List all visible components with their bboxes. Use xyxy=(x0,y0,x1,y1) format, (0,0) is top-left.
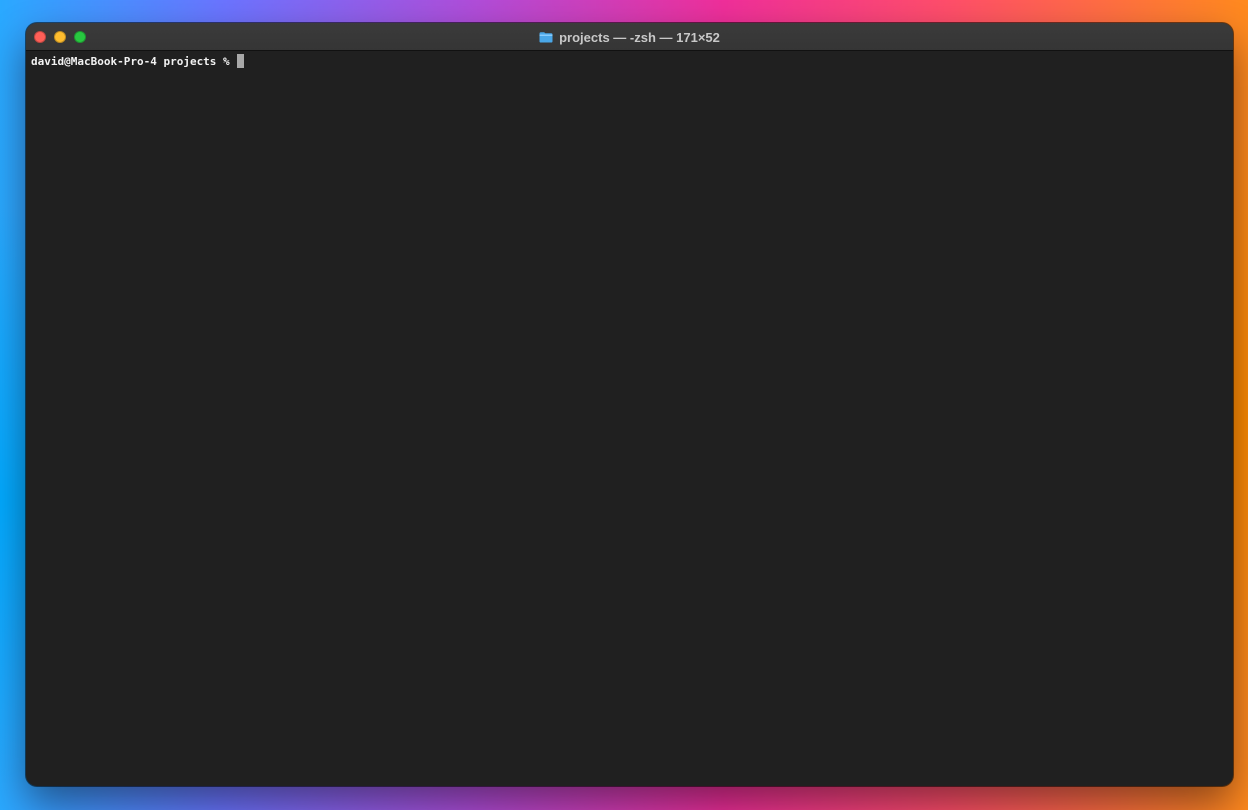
window-title-container: projects — -zsh — 171×52 xyxy=(26,23,1233,51)
text-cursor xyxy=(237,54,245,68)
window-title: projects — -zsh — 171×52 xyxy=(559,29,720,45)
terminal-window[interactable]: projects — -zsh — 171×52 david@MacBook-P… xyxy=(26,23,1233,786)
folder-icon xyxy=(539,32,553,43)
terminal-output[interactable]: david@MacBook-Pro-4 projects % xyxy=(26,51,1233,786)
shell-prompt: david@MacBook-Pro-4 projects % xyxy=(31,55,237,68)
title-bar[interactable]: projects — -zsh — 171×52 xyxy=(26,23,1233,51)
